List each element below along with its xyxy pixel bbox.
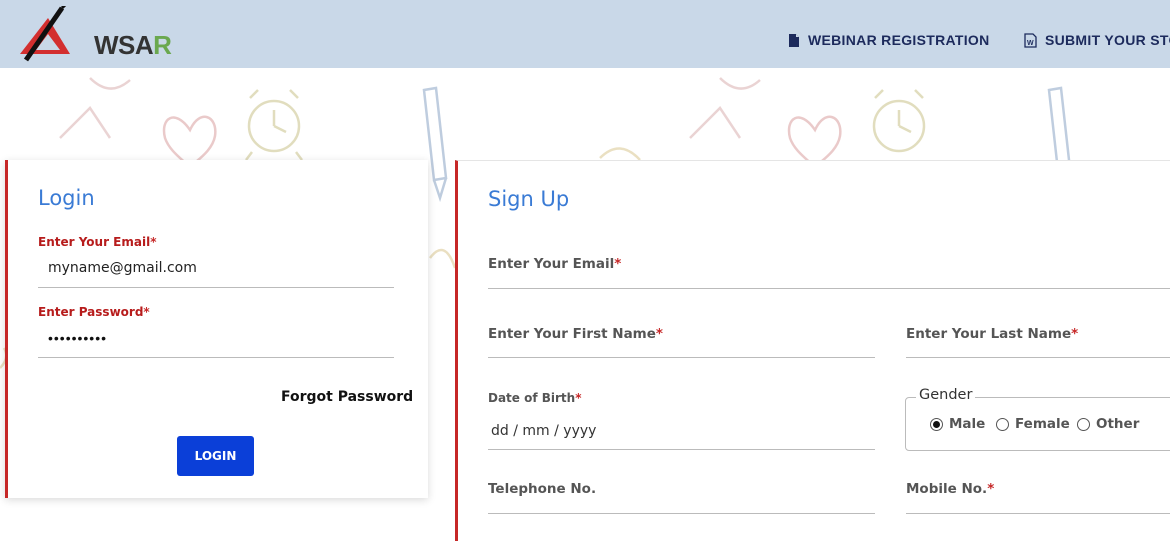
gender-male-radio[interactable]: Male [930,416,985,432]
login-email-input[interactable]: myname@gmail.com [48,260,197,276]
signup-email-underline [488,288,1170,289]
signup-first-name-field[interactable]: Enter Your First Name* [488,326,663,342]
gender-other-radio[interactable]: Other [1077,416,1139,432]
required-marker: * [614,256,622,272]
signup-dob-label: Date of Birth* [488,391,582,405]
login-password-label-text: Enter Password [38,305,144,319]
radio-unchecked-icon [1077,417,1090,431]
signup-dob-label-text: Date of Birth [488,391,576,405]
required-marker: * [143,305,150,319]
signup-card: Sign Up Enter Your Email* Enter Your Fir… [455,160,1170,541]
login-password-label: Enter Password* [38,305,150,319]
login-title: Login [38,186,95,210]
document-icon [789,33,799,47]
gender-male-label: Male [949,416,986,432]
login-email-label-text: Enter Your Email [38,235,151,249]
radio-checked-icon [930,417,943,431]
gender-fieldset: Gender Male Female Other [905,387,1170,451]
required-marker: * [1071,326,1079,342]
nav-webinar-registration[interactable]: WEBINAR REGISTRATION [788,32,990,48]
signup-email-label: Enter Your Email [488,256,615,272]
logo-text-accent: R [153,30,172,60]
site-logo[interactable]: WSAR [18,2,172,64]
login-card: Login Enter Your Email* myname@gmail.com… [5,160,428,498]
forgot-password-link[interactable]: Forgot Password [281,389,413,405]
signup-first-name-underline [488,357,875,358]
radio-unchecked-icon [996,417,1009,431]
top-nav: WEBINAR REGISTRATION W SUBMIT YOUR STORY [788,32,1170,53]
login-email-label: Enter Your Email* [38,235,157,249]
nav-webinar-label: WEBINAR REGISTRATION [808,32,990,48]
login-password-underline [38,357,394,358]
gender-legend: Gender [916,387,976,403]
signup-last-name-label: Enter Your Last Name [906,326,1072,342]
gender-other-label: Other [1096,416,1140,432]
logo-text-main: WSA [94,30,154,60]
signup-last-name-field[interactable]: Enter Your Last Name* [906,326,1078,342]
signup-title: Sign Up [488,187,570,211]
gender-female-radio[interactable]: Female [996,416,1070,432]
login-button[interactable]: LOGIN [177,436,254,476]
signup-first-name-label: Enter Your First Name [488,326,656,342]
required-marker: * [150,235,157,249]
signup-dob-input[interactable]: dd / mm / yyyy [491,423,596,439]
site-header: WSAR WEBINAR REGISTRATION W SUBMIT YOUR … [0,0,1170,68]
nav-submit-story[interactable]: W SUBMIT YOUR STORY [1024,32,1170,48]
logo-wordmark: WSAR [94,30,172,61]
signup-mobile-underline [906,513,1170,514]
svg-text:W: W [1027,40,1034,47]
word-document-icon: W [1024,32,1037,48]
signup-last-name-underline [906,357,1170,358]
signup-mobile-field[interactable]: Mobile No.* [906,481,994,497]
login-email-underline [38,287,394,288]
signup-telephone-underline [488,513,875,514]
login-password-input[interactable]: •••••••••• [48,330,107,346]
signup-mobile-label: Mobile No. [906,481,988,497]
signup-dob-underline [488,449,875,450]
signup-email-field[interactable]: Enter Your Email* [488,256,621,272]
signup-telephone-field[interactable]: Telephone No. [488,481,596,497]
required-marker: * [987,481,995,497]
gender-female-label: Female [1015,416,1070,432]
required-marker: * [575,391,582,405]
nav-submit-story-label: SUBMIT YOUR STORY [1044,32,1170,48]
required-marker: * [655,326,663,342]
